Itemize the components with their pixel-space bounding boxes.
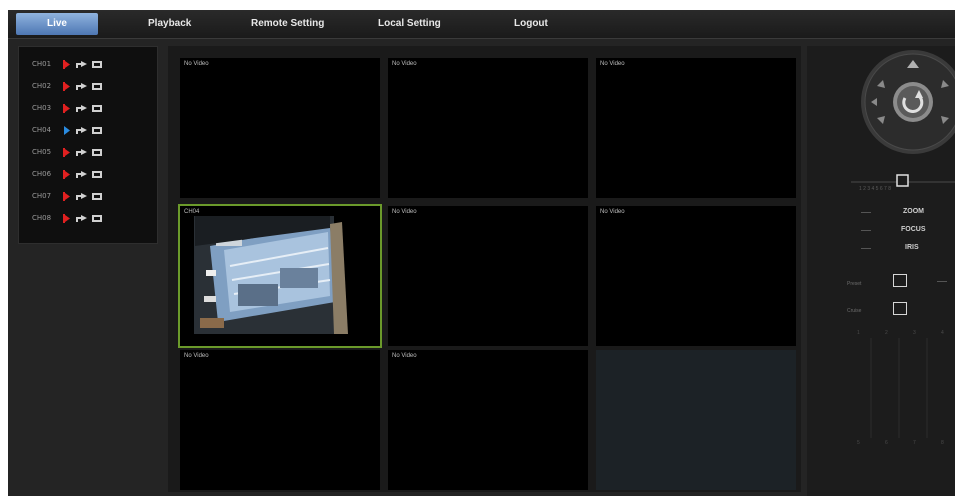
video-tile-empty[interactable] bbox=[596, 350, 796, 490]
svg-text:8: 8 bbox=[941, 440, 944, 446]
camera-feed-image bbox=[180, 206, 380, 346]
top-nav-bar: Live Playback Remote Setting Local Setti… bbox=[8, 10, 955, 39]
video-tile[interactable]: No Video bbox=[388, 58, 588, 198]
ptz-panel: 1 2 3 4 5 6 7 8 ZOOM FOCUS IRIS Preset C… bbox=[807, 46, 955, 496]
video-tile[interactable]: No Video bbox=[596, 206, 796, 346]
video-tile[interactable]: No Video bbox=[180, 350, 380, 490]
preset-button[interactable] bbox=[893, 274, 907, 287]
tile-label: No Video bbox=[600, 209, 625, 215]
camera-icon[interactable] bbox=[92, 82, 103, 91]
record-icon[interactable] bbox=[63, 214, 71, 223]
camera-icon[interactable] bbox=[92, 214, 103, 223]
playback-icon[interactable] bbox=[75, 60, 88, 69]
tile-label: No Video bbox=[184, 353, 209, 359]
cruise-label: Cruise bbox=[847, 308, 862, 314]
focus-label: FOCUS bbox=[901, 226, 926, 233]
tab-local-setting[interactable]: Local Setting bbox=[378, 10, 441, 38]
zoom-label: ZOOM bbox=[903, 208, 924, 215]
channel-item[interactable]: CH03 bbox=[19, 101, 157, 119]
tile-label: No Video bbox=[600, 61, 625, 67]
record-icon[interactable] bbox=[63, 60, 71, 69]
channel-label: CH01 bbox=[32, 60, 52, 68]
playback-icon[interactable] bbox=[75, 82, 88, 91]
tab-live[interactable]: Live bbox=[16, 13, 98, 35]
channel-list: CH01 CH02 CH03 CH04 CH05 CH06 CH07 CH08 bbox=[18, 46, 158, 244]
camera-icon[interactable] bbox=[92, 192, 103, 201]
svg-text:4: 4 bbox=[941, 330, 944, 336]
record-icon[interactable] bbox=[63, 104, 71, 113]
tab-logout[interactable]: Logout bbox=[514, 10, 548, 38]
channel-item[interactable]: CH01 bbox=[19, 57, 157, 75]
playback-icon[interactable] bbox=[75, 192, 88, 201]
channel-label: CH03 bbox=[32, 104, 52, 112]
video-grid: No Video No Video No Video CH04 No Video… bbox=[168, 46, 801, 492]
svg-text:5: 5 bbox=[857, 440, 860, 446]
playback-icon[interactable] bbox=[75, 148, 88, 157]
channel-item[interactable]: CH07 bbox=[19, 189, 157, 207]
record-icon[interactable] bbox=[63, 192, 71, 201]
channel-item[interactable]: CH05 bbox=[19, 145, 157, 163]
tile-label: No Video bbox=[392, 353, 417, 359]
tab-remote-setting[interactable]: Remote Setting bbox=[251, 10, 324, 38]
playback-icon[interactable] bbox=[75, 170, 88, 179]
svg-text:7: 7 bbox=[913, 440, 916, 446]
cruise-button[interactable] bbox=[893, 302, 907, 315]
channel-item[interactable]: CH06 bbox=[19, 167, 157, 185]
channel-label: CH02 bbox=[32, 82, 52, 90]
play-icon[interactable] bbox=[63, 126, 71, 135]
app-frame: Live Playback Remote Setting Local Setti… bbox=[8, 10, 955, 496]
camera-icon[interactable] bbox=[92, 104, 103, 113]
tab-playback[interactable]: Playback bbox=[148, 10, 191, 38]
record-icon[interactable] bbox=[63, 170, 71, 179]
playback-icon[interactable] bbox=[75, 214, 88, 223]
video-tile[interactable]: No Video bbox=[388, 206, 588, 346]
svg-text:1 2 3 4 5 6 7 8: 1 2 3 4 5 6 7 8 bbox=[859, 186, 891, 192]
channel-label: CH05 bbox=[32, 148, 52, 156]
svg-text:3: 3 bbox=[913, 330, 916, 336]
channel-item[interactable]: CH08 bbox=[19, 211, 157, 229]
ptz-direction-pad[interactable] bbox=[807, 46, 955, 186]
camera-icon[interactable] bbox=[92, 126, 103, 135]
channel-label: CH06 bbox=[32, 170, 52, 178]
channel-item[interactable]: CH02 bbox=[19, 79, 157, 97]
svg-text:1: 1 bbox=[857, 330, 860, 336]
record-icon[interactable] bbox=[63, 148, 71, 157]
tile-label: CH04 bbox=[184, 209, 200, 215]
channel-item[interactable]: CH04 bbox=[19, 123, 157, 141]
camera-icon[interactable] bbox=[92, 170, 103, 179]
video-tile[interactable]: No Video bbox=[596, 58, 796, 198]
tile-label: No Video bbox=[184, 61, 209, 67]
tile-label: No Video bbox=[392, 61, 417, 67]
camera-icon[interactable] bbox=[92, 148, 103, 157]
video-tile-selected[interactable]: CH04 bbox=[178, 204, 382, 348]
playback-icon[interactable] bbox=[75, 104, 88, 113]
playback-icon[interactable] bbox=[75, 126, 88, 135]
video-tile[interactable]: No Video bbox=[180, 58, 380, 198]
camera-icon[interactable] bbox=[92, 60, 103, 69]
tile-label: No Video bbox=[392, 209, 417, 215]
iris-label: IRIS bbox=[905, 244, 919, 251]
svg-text:6: 6 bbox=[885, 440, 888, 446]
record-icon[interactable] bbox=[63, 82, 71, 91]
preset-label: Preset bbox=[847, 281, 862, 287]
video-tile[interactable]: No Video bbox=[388, 350, 588, 490]
channel-label: CH07 bbox=[32, 192, 52, 200]
svg-text:2: 2 bbox=[885, 330, 888, 336]
speed-slider[interactable]: 1 2 3 4 5 6 7 8 bbox=[807, 172, 955, 192]
channel-label: CH04 bbox=[32, 126, 52, 134]
channel-label: CH08 bbox=[32, 214, 52, 222]
ptz-level-sliders[interactable]: 1 2 3 4 5 6 7 8 bbox=[807, 328, 955, 488]
